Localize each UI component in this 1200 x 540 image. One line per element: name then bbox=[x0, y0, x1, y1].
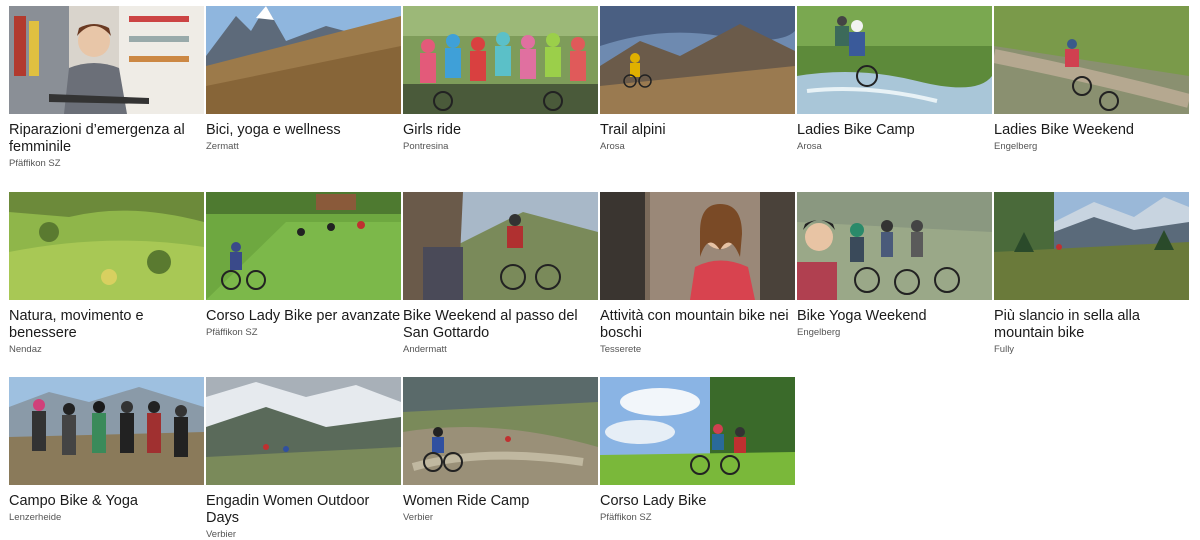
event-location: Arosa bbox=[797, 141, 822, 152]
event-photo[interactable] bbox=[994, 192, 1189, 300]
event-location: Fully bbox=[994, 344, 1015, 355]
event-title[interactable]: Girls ride bbox=[403, 122, 598, 139]
event-location: Pontresina bbox=[403, 141, 449, 152]
event-title[interactable]: Bici, yoga e wellness bbox=[206, 122, 401, 139]
event-title[interactable]: Bike Yoga Weekend bbox=[797, 308, 992, 325]
event-location: Tesserete bbox=[600, 344, 642, 355]
event-photo[interactable] bbox=[600, 377, 795, 485]
event-location: Pfäffikon SZ bbox=[206, 327, 258, 338]
event-location: Pfäffikon SZ bbox=[9, 158, 61, 169]
event-card[interactable]: Corso Lady Bike Pfäffikon SZ bbox=[600, 377, 795, 523]
event-title[interactable]: Corso Lady Bike bbox=[600, 493, 795, 510]
event-title[interactable]: Women Ride Camp bbox=[403, 493, 598, 510]
event-title[interactable]: Corso Lady Bike per avanzate bbox=[206, 308, 401, 325]
event-card[interactable]: Riparazioni d’emergenza al femminile Pfä… bbox=[9, 6, 204, 169]
event-location: Zermatt bbox=[206, 141, 239, 152]
event-title[interactable]: Più slancio in sella alla mountain bike bbox=[994, 308, 1189, 342]
event-card[interactable]: Più slancio in sella alla mountain bike … bbox=[994, 192, 1189, 355]
event-photo[interactable] bbox=[403, 377, 598, 485]
event-title[interactable]: Trail alpini bbox=[600, 122, 795, 139]
event-card[interactable]: Bike Weekend al passo del San Gottardo A… bbox=[403, 192, 598, 355]
event-card[interactable]: Natura, movimento e benessere Nendaz bbox=[9, 192, 204, 355]
event-photo[interactable] bbox=[9, 192, 204, 300]
event-card[interactable]: Bici, yoga e wellness Zermatt bbox=[206, 6, 401, 152]
event-location: Verbier bbox=[403, 512, 434, 523]
event-title[interactable]: Riparazioni d’emergenza al femminile bbox=[9, 122, 204, 156]
event-card[interactable]: Corso Lady Bike per avanzate Pfäffikon S… bbox=[206, 192, 401, 338]
event-photo[interactable] bbox=[206, 6, 401, 114]
event-photo[interactable] bbox=[9, 6, 204, 114]
event-photo[interactable] bbox=[600, 6, 795, 114]
event-photo[interactable] bbox=[403, 192, 598, 300]
event-title[interactable]: Ladies Bike Weekend bbox=[994, 122, 1189, 139]
event-title[interactable]: Bike Weekend al passo del San Gottardo bbox=[403, 308, 598, 342]
event-title[interactable]: Ladies Bike Camp bbox=[797, 122, 992, 139]
event-photo[interactable] bbox=[600, 192, 795, 300]
event-photo[interactable] bbox=[797, 192, 992, 300]
event-location: Engelberg bbox=[797, 327, 841, 338]
event-card[interactable]: Girls ride Pontresina bbox=[403, 6, 598, 152]
event-photo[interactable] bbox=[403, 6, 598, 114]
event-card[interactable]: Attività con mountain bike nei boschi Te… bbox=[600, 192, 795, 355]
event-location: Lenzerheide bbox=[9, 512, 62, 523]
event-title[interactable]: Engadin Women Outdoor Days bbox=[206, 493, 401, 527]
event-card[interactable]: Trail alpini Arosa bbox=[600, 6, 795, 152]
event-title[interactable]: Campo Bike & Yoga bbox=[9, 493, 204, 510]
event-card[interactable]: Engadin Women Outdoor Days Verbier bbox=[206, 377, 401, 540]
event-card[interactable]: Campo Bike & Yoga Lenzerheide bbox=[9, 377, 204, 523]
event-photo[interactable] bbox=[994, 6, 1189, 114]
event-photo[interactable] bbox=[9, 377, 204, 485]
event-photo[interactable] bbox=[206, 192, 401, 300]
event-card[interactable]: Women Ride Camp Verbier bbox=[403, 377, 598, 523]
event-location: Pfäffikon SZ bbox=[600, 512, 652, 523]
event-title[interactable]: Attività con mountain bike nei boschi bbox=[600, 308, 795, 342]
event-card[interactable]: Bike Yoga Weekend Engelberg bbox=[797, 192, 992, 338]
event-grid: Riparazioni d’emergenza al femminile Pfä… bbox=[0, 0, 1200, 540]
event-location: Andermatt bbox=[403, 344, 447, 355]
event-card[interactable]: Ladies Bike Camp Arosa bbox=[797, 6, 992, 152]
event-photo[interactable] bbox=[206, 377, 401, 485]
event-location: Nendaz bbox=[9, 344, 42, 355]
event-card[interactable]: Ladies Bike Weekend Engelberg bbox=[994, 6, 1189, 152]
event-title[interactable]: Natura, movimento e benessere bbox=[9, 308, 204, 342]
event-location: Arosa bbox=[600, 141, 625, 152]
event-location: Verbier bbox=[206, 529, 237, 540]
event-location: Engelberg bbox=[994, 141, 1038, 152]
event-photo[interactable] bbox=[797, 6, 992, 114]
